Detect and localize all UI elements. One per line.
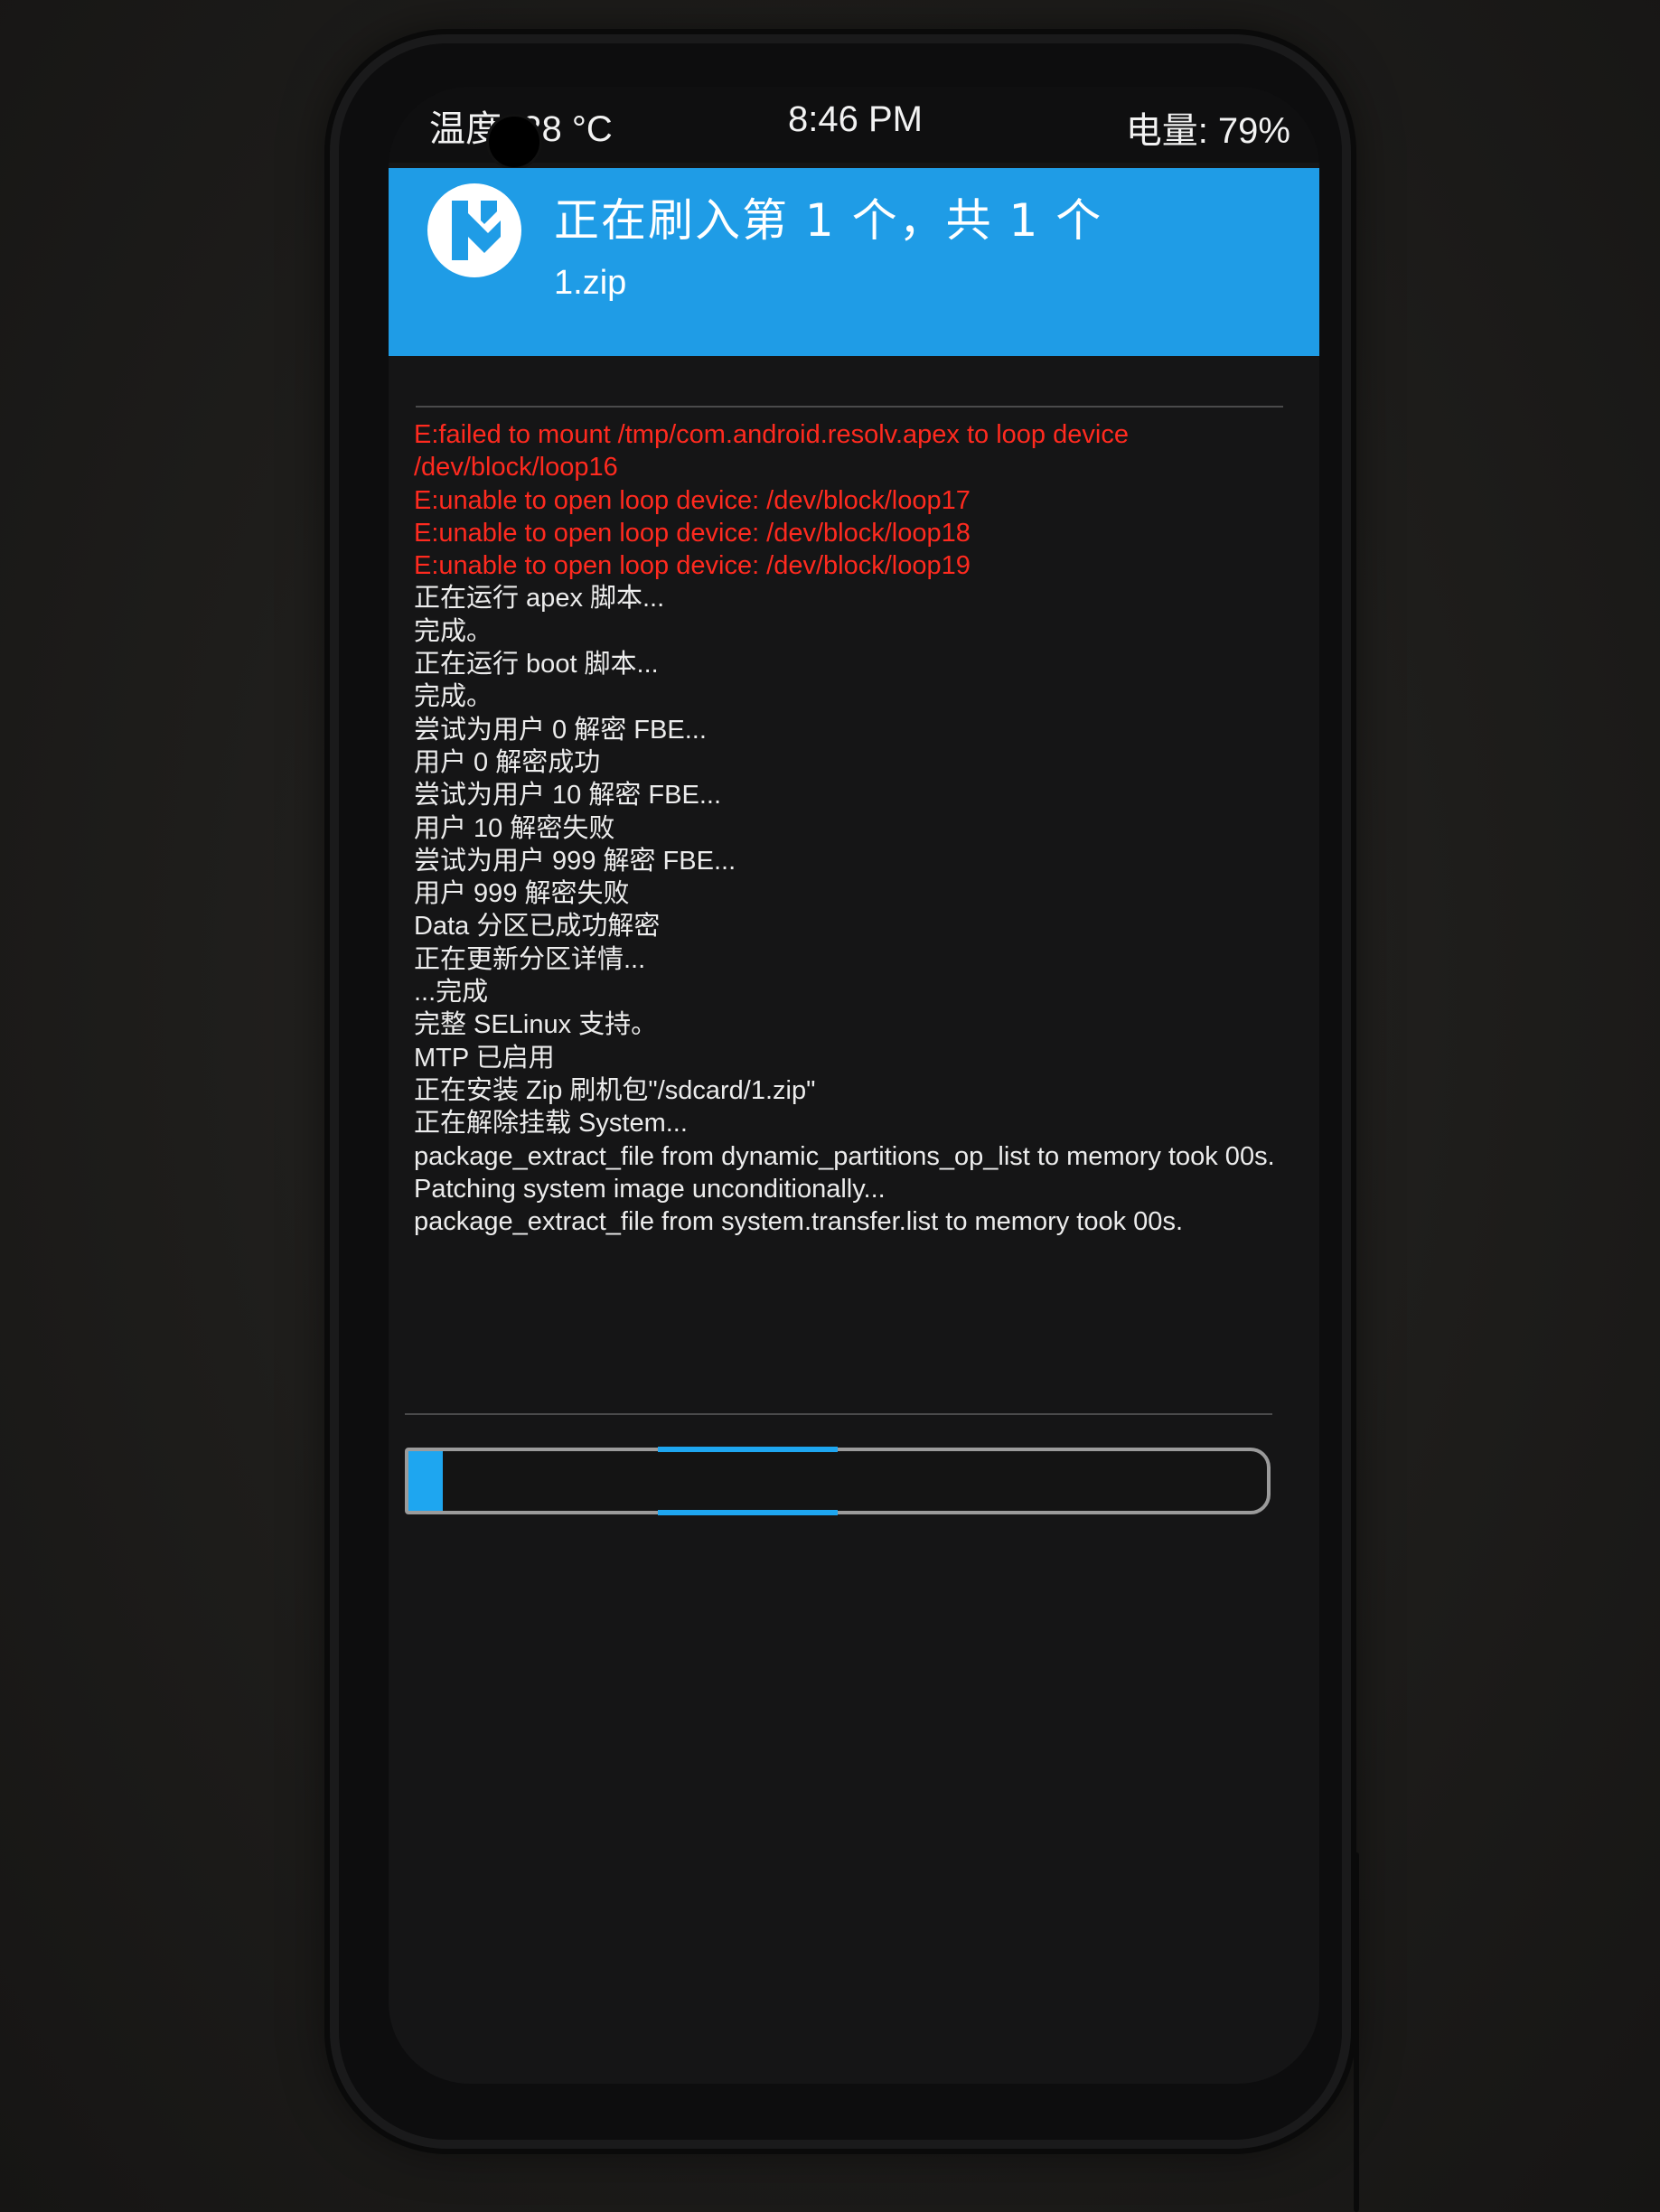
console-line: MTP 已启用 [414, 1043, 555, 1073]
console-line: 用户 10 解密失败 [414, 813, 615, 843]
console-line: 尝试为用户 0 解密 FBE... [414, 715, 707, 745]
console-line: 尝试为用户 10 解密 FBE... [414, 781, 721, 811]
console-line: 正在更新分区详情... [414, 944, 646, 974]
console-line: 正在解除挂载 System... [414, 1109, 688, 1139]
battery-readout: 电量: 79% [1125, 111, 1290, 151]
console-line: 完成。 [414, 616, 493, 646]
twrp-logo-icon [427, 183, 521, 277]
console-line: ...完成 [414, 978, 489, 1008]
progress-indeterminate-top [657, 1447, 838, 1452]
console-line: 完成。 [414, 682, 493, 712]
console-log: E:failed to mount /tmp/com.android.resol… [414, 418, 1299, 1238]
front-camera-hole [486, 114, 542, 170]
console-bottom-divider [405, 1413, 1272, 1415]
console-error-line: E:failed to mount /tmp/com.android.resol… [414, 420, 1137, 483]
console-line: Patching system image unconditionally... [414, 1174, 886, 1204]
console-line: 正在运行 apex 脚本... [414, 584, 665, 614]
recovery-screen: 温度: 38 °C 8:46 PM 电量: 79% 正在刷入第 1 个，共 1 … [389, 87, 1319, 2084]
phone-strap [1354, 1852, 1359, 2212]
console-error-line: E:unable to open loop device: /dev/block… [414, 485, 971, 515]
flash-title: 正在刷入第 1 个，共 1 个 [554, 194, 1103, 247]
console-line: package_extract_file from dynamic_partit… [414, 1141, 1275, 1171]
console-line: 用户 999 解密失败 [414, 879, 630, 909]
console-line: 完整 SELinux 支持。 [414, 1010, 658, 1040]
console-error-line: E:unable to open loop device: /dev/block… [414, 551, 971, 581]
console-line: 尝试为用户 999 解密 FBE... [414, 846, 736, 876]
progress-indeterminate-bottom [657, 1510, 838, 1515]
console-line: package_extract_file from system.transfe… [414, 1207, 1183, 1237]
console-top-divider [416, 406, 1283, 408]
clock: 8:46 PM [788, 99, 923, 139]
progress-fill [408, 1451, 443, 1511]
console-line: 正在运行 boot 脚本... [414, 650, 659, 680]
console-line: 正在安装 Zip 刷机包"/sdcard/1.zip" [414, 1075, 816, 1105]
flash-progress-bar [405, 1447, 1271, 1515]
console-line: Data 分区已成功解密 [414, 912, 661, 942]
console-line: 用户 0 解密成功 [414, 747, 601, 777]
zip-filename: 1.zip [554, 264, 627, 302]
console-error-line: E:unable to open loop device: /dev/block… [414, 518, 971, 548]
